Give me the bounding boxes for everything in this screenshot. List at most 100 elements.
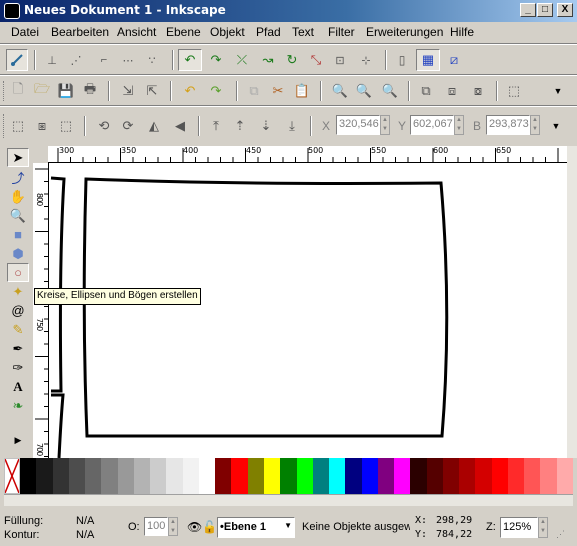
x-field[interactable]: 320,546 — [336, 115, 380, 135]
color-swatch[interactable] — [85, 458, 102, 494]
no-paint-swatch[interactable] — [4, 458, 20, 494]
flip-vertical-button[interactable]: ◀ — [170, 116, 190, 136]
snap-bbox-corner-button[interactable]: ⌐ — [94, 50, 114, 70]
spiral-tool[interactable]: @ — [7, 301, 29, 320]
color-swatch[interactable] — [296, 458, 314, 494]
zoom-tool[interactable]: 🔍 — [7, 206, 29, 225]
snap-rotation-center-button[interactable]: ⊹ — [356, 50, 376, 70]
snap-toggle-button[interactable] — [6, 49, 28, 71]
menu-bearbeiten[interactable]: Bearbeiten — [51, 25, 109, 39]
color-swatch[interactable] — [182, 458, 200, 494]
undo-button[interactable]: ↶ — [180, 81, 200, 101]
3d-box-tool[interactable]: ⬢ — [7, 244, 29, 263]
pen-tool[interactable]: ✒ — [7, 339, 29, 358]
color-swatch[interactable] — [36, 458, 53, 494]
color-swatch[interactable] — [475, 458, 493, 494]
color-swatch[interactable] — [20, 458, 37, 494]
paste-button[interactable]: 📋 — [292, 81, 312, 101]
snap-guides-button[interactable]: ⧄ — [444, 50, 464, 70]
group-button[interactable]: ⬚ — [504, 81, 524, 101]
clone-button[interactable]: ⧈ — [442, 81, 462, 101]
color-swatch[interactable] — [459, 458, 476, 494]
snap-midpoints-button[interactable]: ⤡ — [306, 50, 326, 70]
select-all-layers-button[interactable]: ⧆ — [32, 116, 52, 136]
lower-to-bottom-button[interactable]: ⤓ — [282, 116, 302, 136]
export-button[interactable]: ⇱ — [142, 81, 162, 101]
width-spinner[interactable]: ▲ ▼ — [530, 115, 540, 135]
color-swatch[interactable] — [101, 458, 119, 494]
zoom-page-button[interactable]: 🔍 — [380, 81, 400, 101]
star-tool[interactable]: ✦ — [7, 282, 29, 301]
lower-button[interactable]: ⇣ — [256, 116, 276, 136]
spray-tool[interactable]: ❧ — [7, 396, 29, 415]
color-swatch[interactable] — [198, 458, 216, 494]
unlink-clone-button[interactable]: ⧇ — [468, 81, 488, 101]
horizontal-ruler[interactable]: 300 350 400 450 500 550 600 650 — [48, 146, 567, 163]
vertical-ruler[interactable]: 800 750 700 — [33, 163, 49, 458]
color-swatch[interactable] — [166, 458, 184, 494]
deselect-button[interactable]: ⬚ — [56, 116, 76, 136]
minimize-button[interactable]: _ — [520, 3, 536, 17]
opacity-spinner[interactable]: ▲ ▼ — [168, 517, 178, 536]
layer-selector[interactable]: •Ebene 1 ▼ — [217, 517, 295, 538]
color-swatch[interactable] — [215, 458, 232, 494]
calligraphy-tool[interactable]: ✑ — [7, 358, 29, 377]
color-swatch[interactable] — [524, 458, 541, 494]
color-swatch[interactable] — [361, 458, 379, 494]
color-swatch[interactable] — [312, 458, 330, 494]
color-swatch[interactable] — [133, 458, 151, 494]
tweak-tool[interactable]: ✋ — [7, 187, 29, 206]
width-field[interactable]: 293,873 — [486, 115, 530, 135]
zoom-spinner[interactable]: ▲ ▼ — [538, 517, 548, 538]
open-button[interactable]: 🗁 — [32, 81, 52, 101]
cut-button[interactable]: ✂ — [268, 81, 288, 101]
zoom-selection-button[interactable]: 🔍 — [330, 81, 350, 101]
controls-overflow-button[interactable]: ▼ — [546, 116, 566, 136]
snap-bbox-center-button[interactable]: ∵ — [142, 50, 162, 70]
snap-intersections-button[interactable]: ⤫ — [232, 50, 252, 70]
color-swatch[interactable] — [507, 458, 525, 494]
rotate-ccw-button[interactable]: ⟲ — [94, 116, 114, 136]
color-swatch[interactable] — [556, 458, 574, 494]
flip-horizontal-button[interactable]: ◭ — [144, 116, 164, 136]
menu-pfad[interactable]: Pfad — [256, 25, 281, 39]
color-swatch[interactable] — [329, 458, 346, 494]
snap-grid-button[interactable]: ▦ — [416, 49, 440, 71]
y-spinner[interactable]: ▲ ▼ — [454, 115, 464, 135]
color-swatch[interactable] — [377, 458, 395, 494]
color-swatch[interactable] — [410, 458, 428, 494]
color-swatch[interactable] — [491, 458, 509, 494]
palette-scrollbar[interactable] — [4, 494, 573, 506]
y-field[interactable]: 602,067 — [410, 115, 454, 135]
color-swatch[interactable] — [540, 458, 558, 494]
rotate-cw-button[interactable]: ⟳ — [118, 116, 138, 136]
import-button[interactable]: ⇲ — [118, 81, 138, 101]
color-swatch[interactable] — [68, 458, 86, 494]
raise-button[interactable]: ⇡ — [230, 116, 250, 136]
color-swatch[interactable] — [231, 458, 249, 494]
snap-bbox-mid-button[interactable]: ⋯ — [118, 50, 138, 70]
color-swatch[interactable] — [263, 458, 281, 494]
duplicate-button[interactable]: ⧉ — [416, 81, 436, 101]
copy-button[interactable]: ⧉ — [244, 81, 264, 101]
menu-objekt[interactable]: Objekt — [210, 25, 245, 39]
fill-indicator[interactable]: N/A — [76, 515, 94, 527]
new-document-button[interactable]: 🗋 — [8, 81, 28, 101]
color-swatch[interactable] — [150, 458, 167, 494]
zoom-field[interactable]: 125% — [500, 517, 538, 538]
snap-smooth-button[interactable]: ↻ — [282, 50, 302, 70]
redo-button[interactable]: ↷ — [206, 81, 226, 101]
drawing-canvas[interactable] — [49, 163, 567, 458]
snap-bbox-button[interactable]: ⊥ — [42, 50, 62, 70]
snap-page-button[interactable]: ▯ — [392, 50, 412, 70]
toolbar-grip[interactable] — [3, 114, 6, 138]
color-swatch[interactable] — [394, 458, 411, 494]
snap-object-center-button[interactable]: ⊡ — [330, 50, 350, 70]
print-button[interactable]: 🖶 — [80, 81, 100, 101]
ellipse-tool[interactable]: ○ — [7, 263, 29, 282]
vertical-scrollbar[interactable] — [567, 146, 577, 458]
selector-tool[interactable]: ➤ — [7, 148, 29, 167]
color-swatch[interactable] — [52, 458, 70, 494]
toolbox-more-button[interactable]: ▶ — [7, 431, 29, 450]
save-button[interactable]: 💾 — [56, 81, 76, 101]
